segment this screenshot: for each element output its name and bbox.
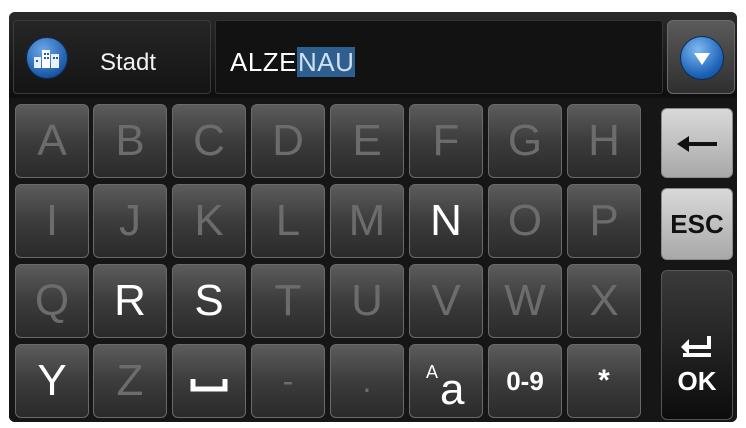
key-star[interactable]: *	[567, 344, 641, 418]
autocomplete-suggestion: NAU	[297, 47, 356, 77]
key-c[interactable]: C	[172, 104, 246, 178]
key-m[interactable]: M	[330, 184, 404, 258]
key-d[interactable]: D	[251, 104, 325, 178]
case-toggle-key[interactable]: A a	[409, 344, 483, 418]
space-icon	[190, 379, 228, 392]
city-icon	[26, 37, 68, 79]
city-input-field[interactable]: ALZENAU	[215, 20, 663, 94]
case-toggle-icon: A a	[426, 362, 465, 414]
key-s[interactable]: S	[172, 264, 246, 338]
navigation-keyboard-screen: Stadt ALZENAU A B C D E F G H I J K L M …	[9, 12, 737, 422]
space-key[interactable]	[172, 344, 246, 418]
key-l[interactable]: L	[251, 184, 325, 258]
chevron-down-icon	[680, 36, 724, 80]
key-dash[interactable]: -	[251, 344, 325, 418]
key-k[interactable]: K	[172, 184, 246, 258]
key-t[interactable]: T	[251, 264, 325, 338]
input-text: ALZENAU	[230, 47, 356, 78]
key-b[interactable]: B	[93, 104, 167, 178]
key-u[interactable]: U	[330, 264, 404, 338]
key-e[interactable]: E	[330, 104, 404, 178]
svg-text:A: A	[426, 362, 438, 382]
key-y[interactable]: Y	[15, 344, 89, 418]
key-h[interactable]: H	[567, 104, 641, 178]
svg-text:a: a	[440, 365, 465, 412]
backspace-key[interactable]	[661, 108, 733, 178]
key-v[interactable]: V	[409, 264, 483, 338]
key-z[interactable]: Z	[93, 344, 167, 418]
key-g[interactable]: G	[488, 104, 562, 178]
key-dot[interactable]: .	[330, 344, 404, 418]
input-header: Stadt ALZENAU	[9, 12, 737, 98]
key-p[interactable]: P	[567, 184, 641, 258]
field-type-selector[interactable]: Stadt	[13, 20, 211, 94]
key-f[interactable]: F	[409, 104, 483, 178]
field-label: Stadt	[100, 49, 157, 76]
key-a[interactable]: A	[15, 104, 89, 178]
arrow-left-icon	[677, 136, 717, 152]
results-list-button[interactable]	[667, 20, 735, 94]
key-n[interactable]: N	[409, 184, 483, 258]
key-q[interactable]: Q	[15, 264, 89, 338]
key-i[interactable]: I	[15, 184, 89, 258]
on-screen-keyboard: A B C D E F G H I J K L M N O P Q R S T …	[9, 98, 737, 422]
ok-label: OK	[677, 366, 717, 396]
key-w[interactable]: W	[488, 264, 562, 338]
ok-key[interactable]: OK	[661, 270, 733, 420]
esc-key[interactable]: ESC	[661, 188, 733, 260]
numbers-key[interactable]: 0-9	[488, 344, 562, 418]
typed-text: ALZE	[230, 47, 298, 77]
key-o[interactable]: O	[488, 184, 562, 258]
key-r[interactable]: R	[93, 264, 167, 338]
key-x[interactable]: X	[567, 264, 641, 338]
key-j[interactable]: J	[93, 184, 167, 258]
return-icon	[681, 336, 711, 357]
